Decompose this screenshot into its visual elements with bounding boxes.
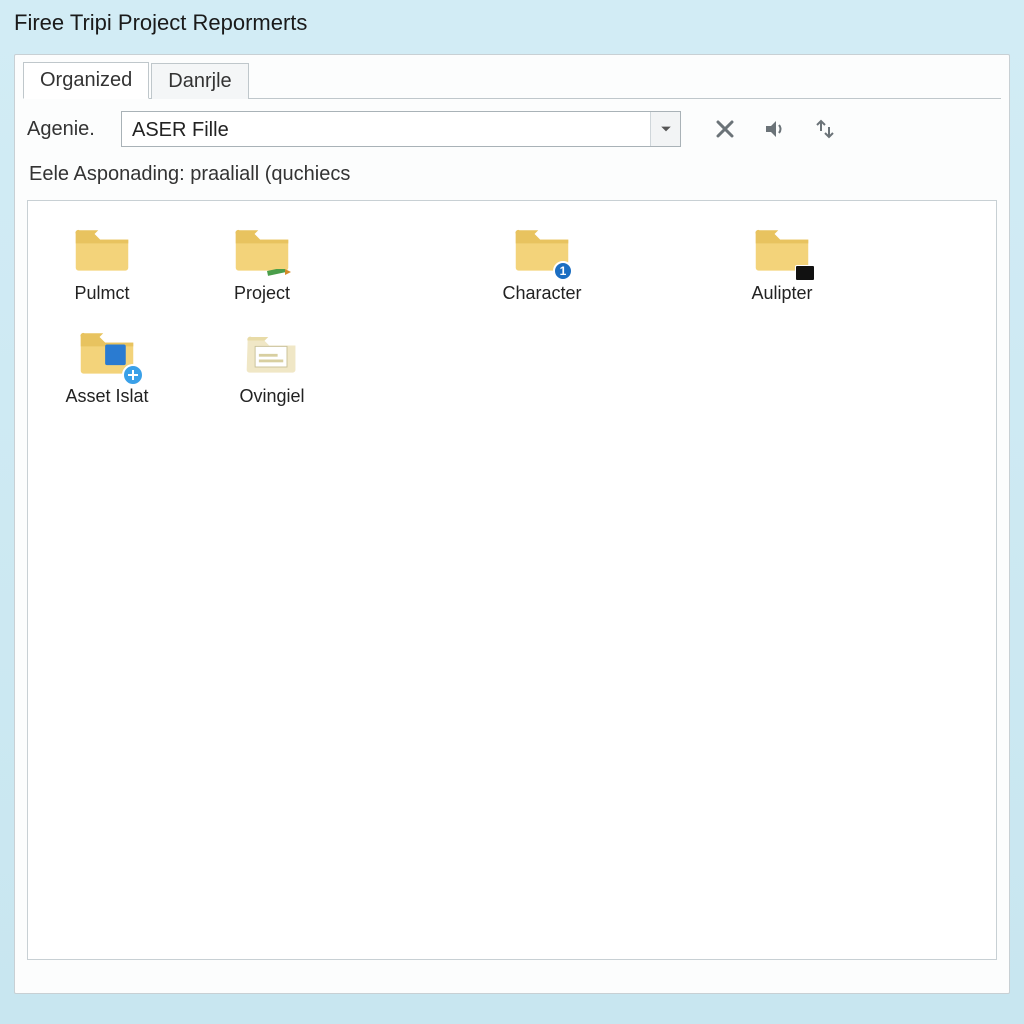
folder-grid: Pulmct Projec	[42, 215, 982, 411]
app-window: Firee Tripi Project Repormerts Organized…	[0, 0, 1024, 1024]
tab-organized[interactable]: Organized	[23, 62, 149, 99]
folder-item[interactable]: 1 Character	[482, 215, 602, 308]
volume-icon[interactable]	[761, 115, 789, 143]
toolbar-label: Agenie.	[27, 118, 109, 141]
close-icon[interactable]	[711, 115, 739, 143]
folder-label: Ovingiel	[239, 386, 304, 407]
folder-label: Project	[234, 283, 290, 304]
toolbar-icons	[711, 115, 839, 143]
badge-plus-icon	[122, 364, 144, 386]
agenie-dropdown[interactable]: ASER Fille	[121, 111, 681, 147]
badge-number-icon: 1	[553, 261, 573, 281]
folder-label: Asset Islat	[65, 386, 148, 407]
badge-dark-icon	[795, 265, 815, 281]
folder-icon	[227, 219, 297, 279]
tab-danrjle[interactable]: Danrjle	[151, 63, 248, 99]
status-line: Eele Asponading: praaliall (quchiecs	[15, 157, 1009, 196]
folder-icon: 1	[507, 219, 577, 279]
folder-label: Character	[502, 283, 581, 304]
folder-pane: Pulmct Projec	[27, 200, 997, 960]
folder-item[interactable]: Asset Islat	[42, 318, 172, 411]
folder-icon	[747, 219, 817, 279]
folder-item[interactable]: Project	[202, 215, 322, 308]
folder-item[interactable]: Pulmct	[42, 215, 162, 308]
dropdown-value: ASER Fille	[122, 112, 650, 146]
folder-item[interactable]: Ovingiel	[212, 318, 332, 411]
tab-strip: Organized Danrjle	[15, 55, 1009, 98]
transfer-icon[interactable]	[811, 115, 839, 143]
folder-icon	[237, 322, 307, 382]
content-frame: Organized Danrjle Agenie. ASER Fille	[14, 54, 1010, 994]
folder-label: Aulipter	[751, 283, 812, 304]
folder-icon	[72, 322, 142, 382]
dropdown-arrow[interactable]	[650, 112, 680, 146]
window-title: Firee Tripi Project Repormerts	[0, 0, 1024, 44]
folder-icon	[67, 219, 137, 279]
toolbar-row: Agenie. ASER Fille	[15, 99, 1009, 157]
pencil-overlay-icon	[265, 269, 291, 279]
folder-item[interactable]: Aulipter	[722, 215, 842, 308]
folder-label: Pulmct	[74, 283, 129, 304]
